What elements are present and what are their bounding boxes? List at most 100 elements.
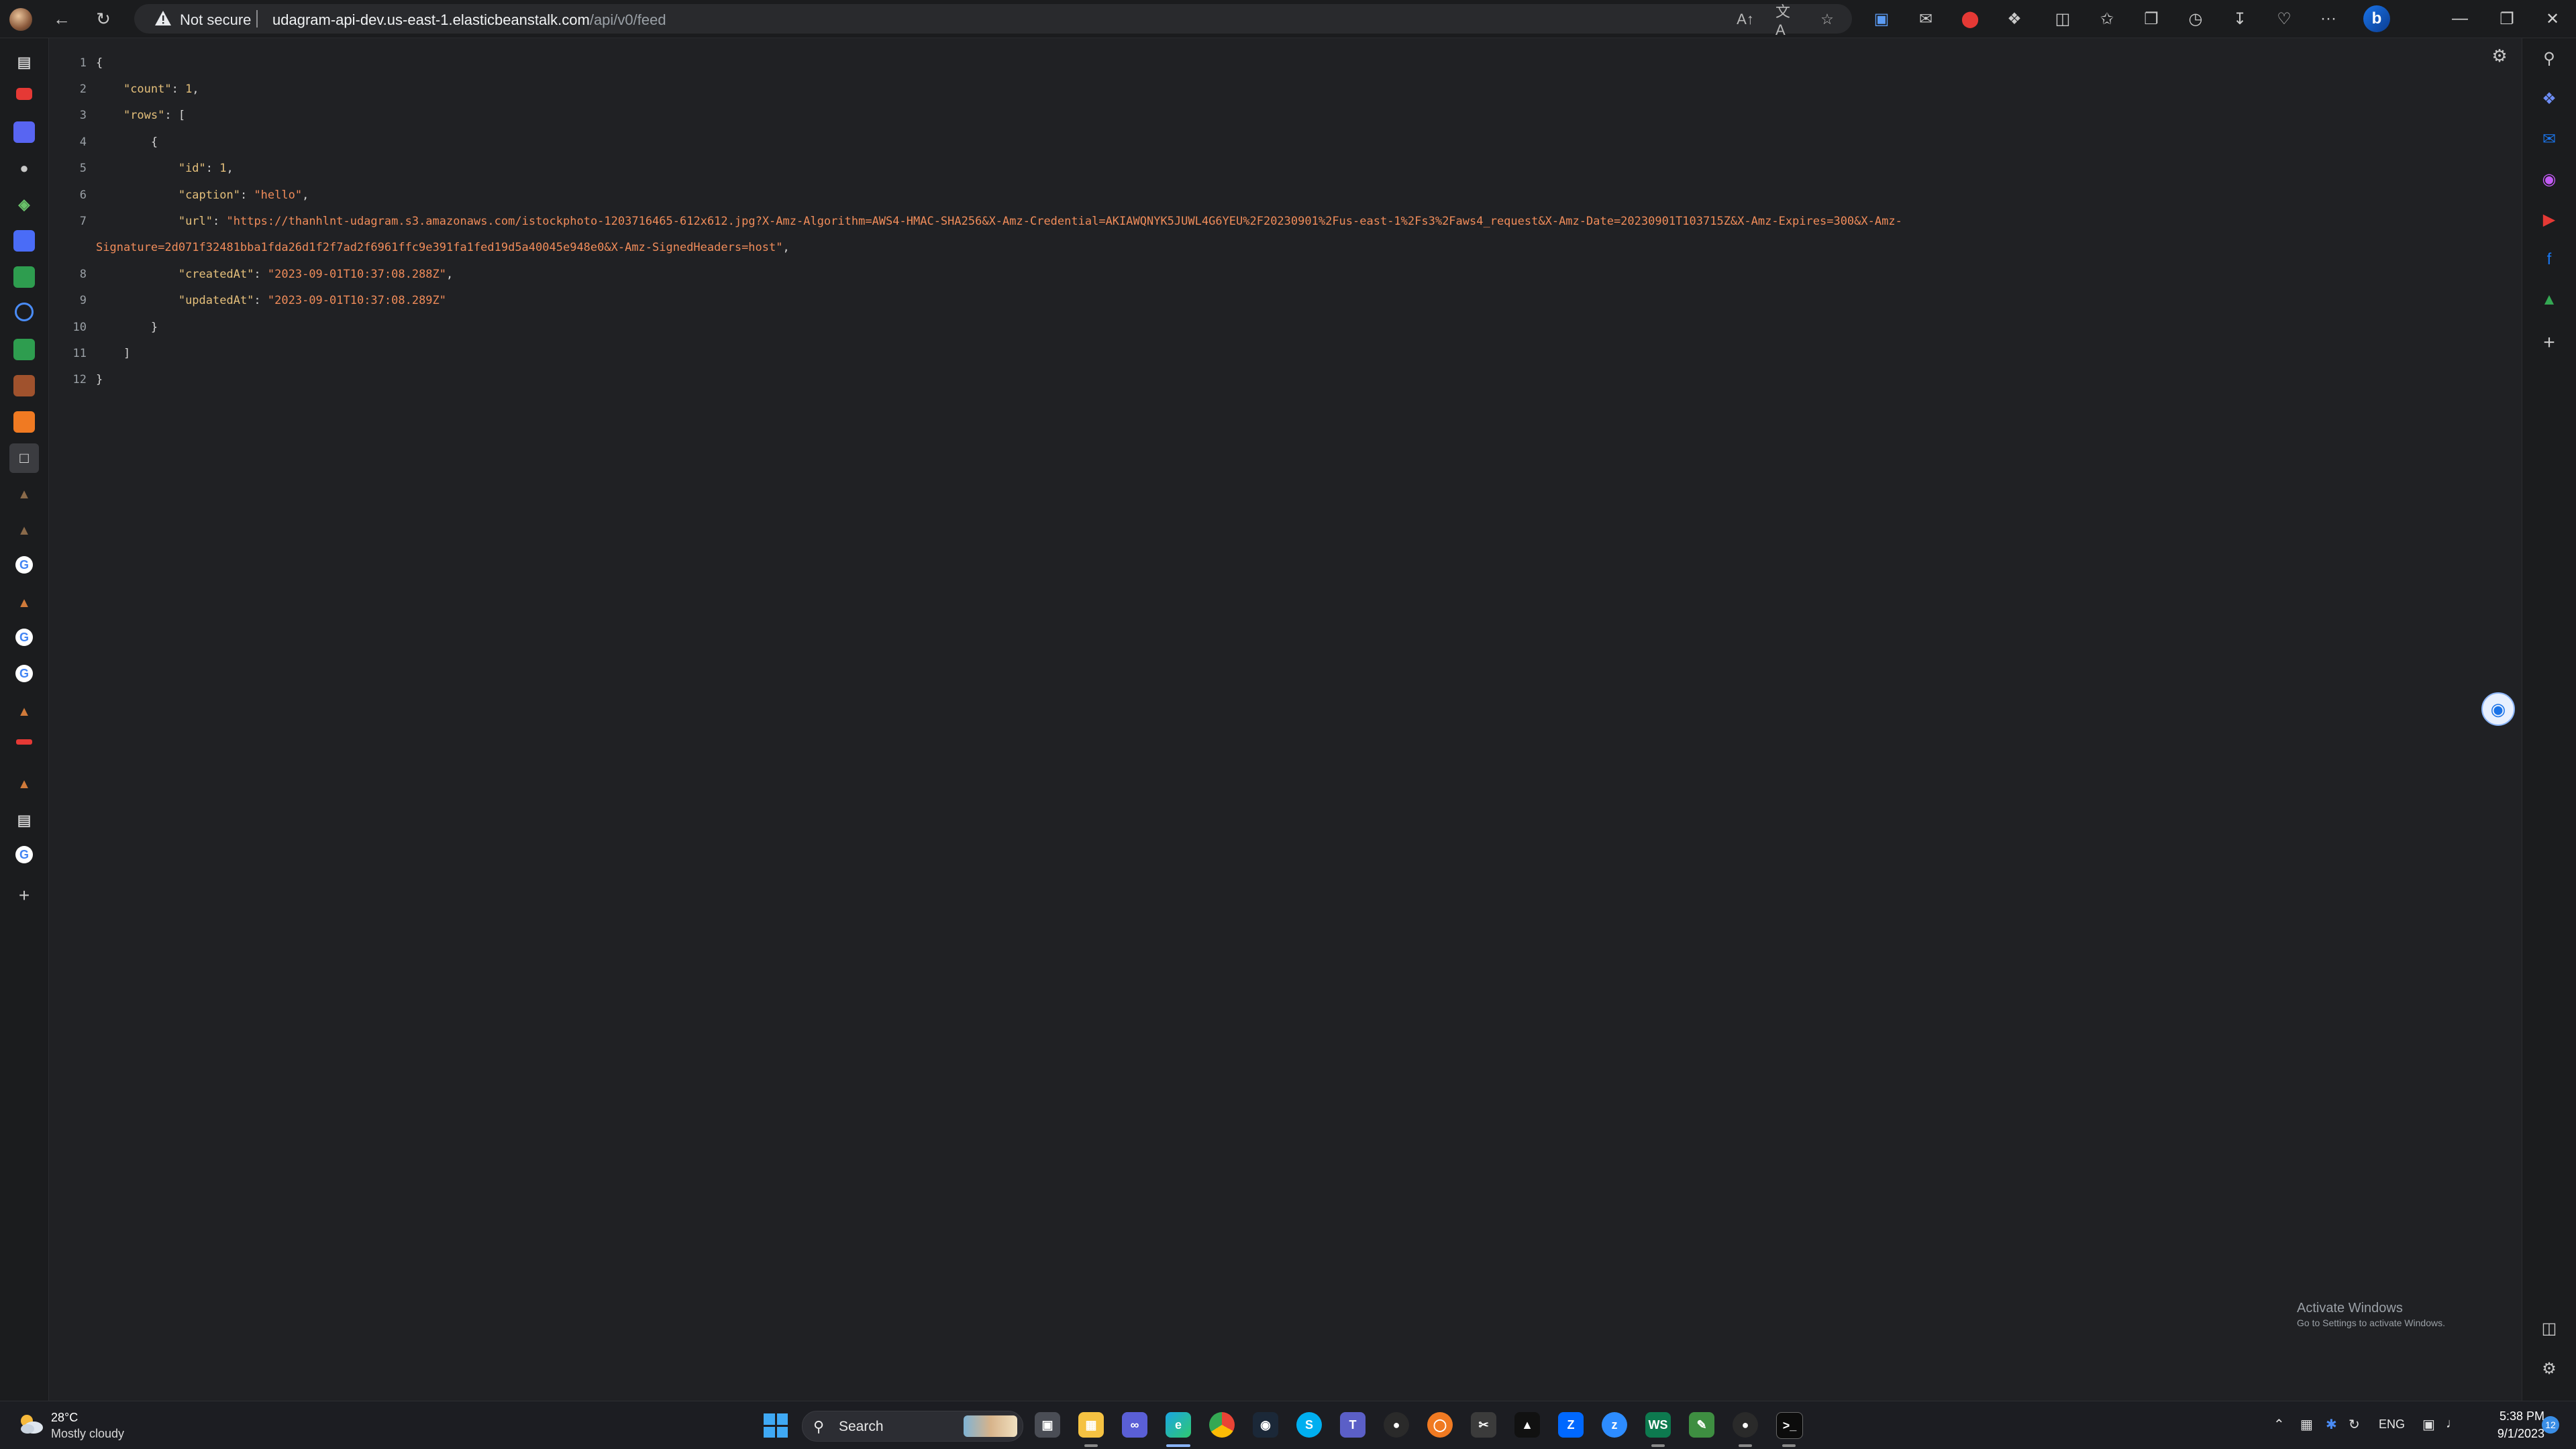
tray-overflow-chevron-icon[interactable]: ⌃ bbox=[2273, 1416, 2285, 1433]
sidebar-youtube-icon[interactable]: ▶ bbox=[2537, 207, 2561, 231]
sidebar-drive-icon[interactable]: ▲ bbox=[2537, 288, 2561, 312]
clock-time[interactable]: 5:38 PM bbox=[2483, 1409, 2544, 1424]
chrome-icon[interactable] bbox=[1209, 1412, 1235, 1438]
refresh-icon[interactable]: ↻ bbox=[90, 5, 117, 32]
new-tab-plus-icon[interactable]: + bbox=[13, 885, 35, 906]
skype-icon[interactable]: S bbox=[1296, 1412, 1322, 1438]
history-icon[interactable]: ◷ bbox=[2185, 8, 2206, 30]
split-screen-icon[interactable]: ◫ bbox=[2052, 8, 2073, 30]
network-icon[interactable]: ▣ bbox=[2422, 1416, 2435, 1433]
json-key: "updatedAt" bbox=[178, 294, 254, 308]
weather-condition[interactable]: Mostly cloudy bbox=[51, 1427, 124, 1441]
clock-date[interactable]: 9/1/2023 bbox=[2483, 1427, 2544, 1441]
sync-icon[interactable]: ↻ bbox=[2349, 1416, 2360, 1433]
favorites-icon[interactable]: ✩ bbox=[2096, 8, 2118, 30]
capcut-icon[interactable]: ▲ bbox=[1514, 1412, 1540, 1438]
tab-json-feed-active[interactable]: □ bbox=[9, 443, 39, 473]
github-desktop-icon[interactable]: ● bbox=[1733, 1412, 1758, 1438]
webstorm-icon[interactable]: WS bbox=[1645, 1412, 1671, 1438]
more-menu-icon[interactable]: ··· bbox=[2318, 8, 2339, 30]
tab-favicon-icon[interactable]: ▲ bbox=[13, 592, 35, 614]
security-status-label[interactable]: Not secure bbox=[180, 11, 251, 29]
notepad-icon[interactable]: ✎ bbox=[1689, 1412, 1714, 1438]
json-string: "hello" bbox=[254, 188, 303, 202]
back-arrow-icon[interactable]: ← bbox=[48, 5, 75, 32]
tab-favicon-icon[interactable]: ▲ bbox=[13, 484, 35, 505]
floating-assistant-icon[interactable]: ◉ bbox=[2481, 692, 2515, 726]
collections-icon[interactable]: ❐ bbox=[2141, 8, 2162, 30]
weather-temperature[interactable]: 28°C bbox=[51, 1411, 78, 1425]
windows-start-icon[interactable] bbox=[764, 1413, 788, 1438]
tab-favicon-icon[interactable]: ▤ bbox=[13, 810, 35, 831]
translator-extension-icon[interactable]: ▣ bbox=[1871, 8, 1892, 30]
file-explorer-icon[interactable]: ▦ bbox=[1078, 1412, 1104, 1438]
sidebar-outlook-icon[interactable]: ✉ bbox=[2537, 127, 2561, 151]
address-bar[interactable]: Not secure udagram-api-dev.us-east-1.ela… bbox=[134, 3, 1852, 38]
warning-icon[interactable] bbox=[154, 10, 172, 26]
tab-favicon-icon[interactable] bbox=[13, 375, 35, 396]
adblock-extension-icon[interactable]: ⬤ bbox=[1959, 8, 1981, 30]
sidebar-settings-gear-icon[interactable]: ⚙ bbox=[2537, 1356, 2561, 1381]
task-view-icon[interactable]: ▣ bbox=[1035, 1412, 1060, 1438]
input-language[interactable]: ENG bbox=[2379, 1417, 2405, 1432]
tab-favicon-icon[interactable]: ▲ bbox=[13, 773, 35, 795]
tab-favicon-icon[interactable] bbox=[13, 339, 35, 360]
tab-youtube-icon[interactable] bbox=[16, 88, 32, 100]
tab-favicon-icon[interactable]: ▲ bbox=[13, 520, 35, 541]
tab-favicon-icon[interactable] bbox=[13, 121, 35, 143]
sidebar-messenger-icon[interactable]: ◉ bbox=[2537, 167, 2561, 191]
translate-icon[interactable]: 文A bbox=[1775, 3, 1796, 38]
search-icon: ⚲ bbox=[813, 1418, 825, 1435]
close-icon[interactable]: ✕ bbox=[2532, 5, 2573, 32]
url-text[interactable]: udagram-api-dev.us-east-1.elasticbeansta… bbox=[272, 11, 666, 29]
terminal-icon[interactable]: >_ bbox=[1776, 1412, 1803, 1439]
search-highlight-image bbox=[964, 1415, 1017, 1437]
tab-google-icon[interactable]: G bbox=[15, 629, 33, 646]
profile-avatar[interactable] bbox=[9, 8, 32, 31]
minimize-icon[interactable]: — bbox=[2440, 5, 2480, 32]
json-line: 5 "id": 1, bbox=[62, 162, 1902, 176]
mail-extension-icon[interactable]: ✉ bbox=[1915, 8, 1937, 30]
bing-copilot-button[interactable]: b bbox=[2363, 5, 2390, 32]
sidebar-search-icon[interactable]: ⚲ bbox=[2537, 46, 2561, 70]
tab-actions-icon[interactable]: ▤ bbox=[13, 52, 35, 73]
teams-icon[interactable]: T bbox=[1340, 1412, 1366, 1438]
volume-icon[interactable]: ♩ bbox=[2446, 1416, 2459, 1432]
tray-app-icon[interactable]: ▦ bbox=[2300, 1416, 2313, 1433]
taskbar-search-box[interactable]: ⚲ Search bbox=[802, 1411, 1023, 1442]
tab-google-icon[interactable]: G bbox=[15, 556, 33, 574]
notification-badge[interactable]: 12 bbox=[2542, 1416, 2559, 1434]
tab-favicon-icon[interactable] bbox=[16, 739, 32, 745]
sidebar-layout-icon[interactable]: ◫ bbox=[2537, 1316, 2561, 1340]
steam-icon[interactable]: ◉ bbox=[1253, 1412, 1278, 1438]
tab-favicon-icon[interactable]: ◈ bbox=[13, 194, 35, 215]
json-viewer-settings-gear-icon[interactable]: ⚙ bbox=[2489, 45, 2510, 66]
tab-favicon-icon[interactable] bbox=[15, 303, 34, 321]
weather-cloud-icon[interactable] bbox=[17, 1412, 44, 1435]
github-desktop-icon[interactable]: ● bbox=[1384, 1412, 1409, 1438]
favorite-star-icon[interactable]: ☆ bbox=[1817, 9, 1837, 30]
tab-favicon-icon[interactable] bbox=[13, 411, 35, 433]
tab-favicon-icon[interactable]: ▲ bbox=[13, 701, 35, 722]
tab-favicon-icon[interactable] bbox=[13, 266, 35, 288]
edge-browser-icon[interactable]: e bbox=[1166, 1412, 1191, 1438]
visual-studio-icon[interactable]: ∞ bbox=[1122, 1412, 1147, 1438]
downloads-icon[interactable]: ↧ bbox=[2229, 8, 2251, 30]
zoom-icon[interactable]: z bbox=[1602, 1412, 1627, 1438]
tab-github-icon[interactable]: ● bbox=[13, 158, 35, 179]
tab-favicon-icon[interactable] bbox=[13, 230, 35, 252]
read-aloud-icon[interactable]: A↑ bbox=[1735, 9, 1755, 30]
bluetooth-icon[interactable]: ✱ bbox=[2326, 1416, 2337, 1433]
zalo-icon[interactable]: Z bbox=[1558, 1412, 1584, 1438]
json-key: "caption" bbox=[178, 188, 240, 202]
tab-google-icon[interactable]: G bbox=[15, 665, 33, 682]
extensions-puzzle-icon[interactable]: ❖ bbox=[2004, 8, 2025, 30]
performance-icon[interactable]: ♡ bbox=[2273, 8, 2295, 30]
snipping-tool-icon[interactable]: ✂ bbox=[1471, 1412, 1496, 1438]
restore-icon[interactable]: ❐ bbox=[2487, 5, 2527, 32]
tab-google-icon[interactable]: G bbox=[15, 846, 33, 863]
orange-app-icon[interactable]: ◯ bbox=[1427, 1412, 1453, 1438]
sidebar-facebook-icon[interactable]: f bbox=[2537, 248, 2561, 272]
sidebar-add-plus-icon[interactable]: + bbox=[2537, 331, 2561, 355]
sidebar-copilot-icon[interactable]: ❖ bbox=[2537, 87, 2561, 111]
